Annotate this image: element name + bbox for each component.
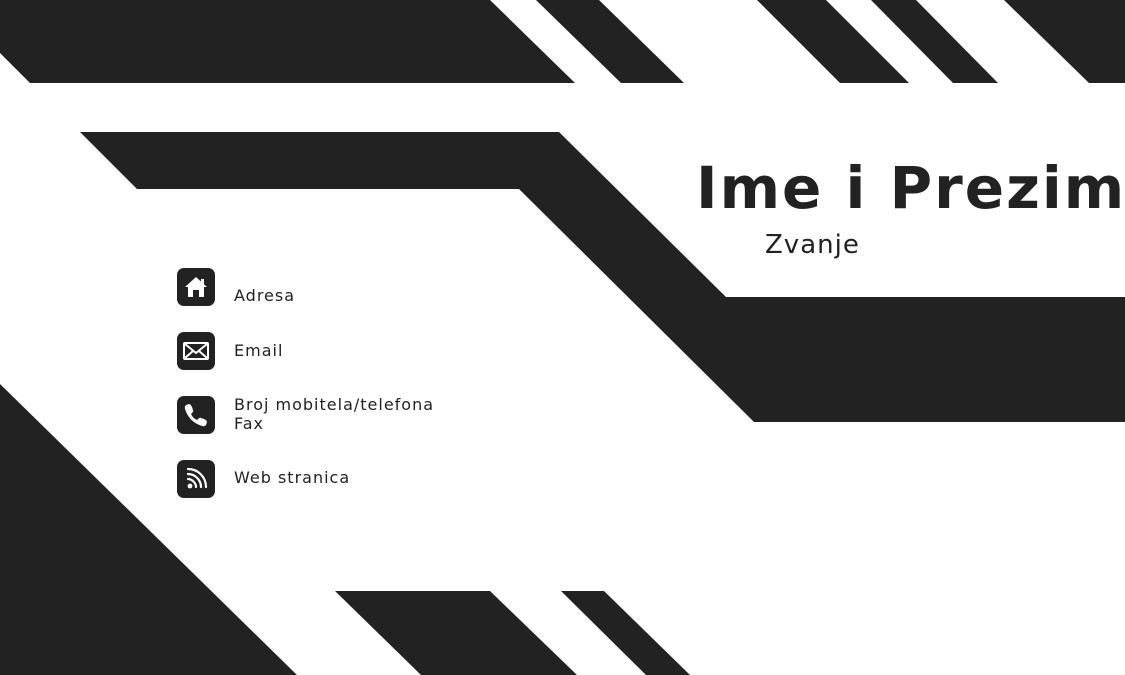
person-name: Ime i Prezime: [696, 154, 1125, 222]
phone-icon: [177, 396, 215, 434]
bottom-center-stripe: [335, 591, 577, 675]
top-right-corner-band: [1004, 0, 1125, 83]
home-symbol: [185, 277, 207, 297]
decorative-background-shapes: [0, 0, 1125, 675]
home-icon: [177, 268, 215, 306]
phone-symbol: [184, 404, 207, 427]
envelope-symbol: [183, 342, 209, 360]
top-left-dark-band: [0, 0, 575, 83]
job-title: Zvanje: [765, 230, 860, 260]
fax-text: Fax: [234, 414, 265, 433]
rss-icon: [177, 460, 215, 498]
bottom-right-stripe: [561, 591, 690, 675]
envelope-icon: [177, 332, 215, 370]
rss-symbol: [186, 467, 208, 489]
email-text: Email: [234, 341, 284, 360]
business-card: Ime i Prezime Zvanje Adresa Email Broj m…: [0, 0, 1125, 675]
address-text: Adresa: [234, 286, 296, 305]
phone-text: Broj mobitela/telefona: [234, 395, 435, 414]
website-text: Web stranica: [234, 468, 351, 487]
